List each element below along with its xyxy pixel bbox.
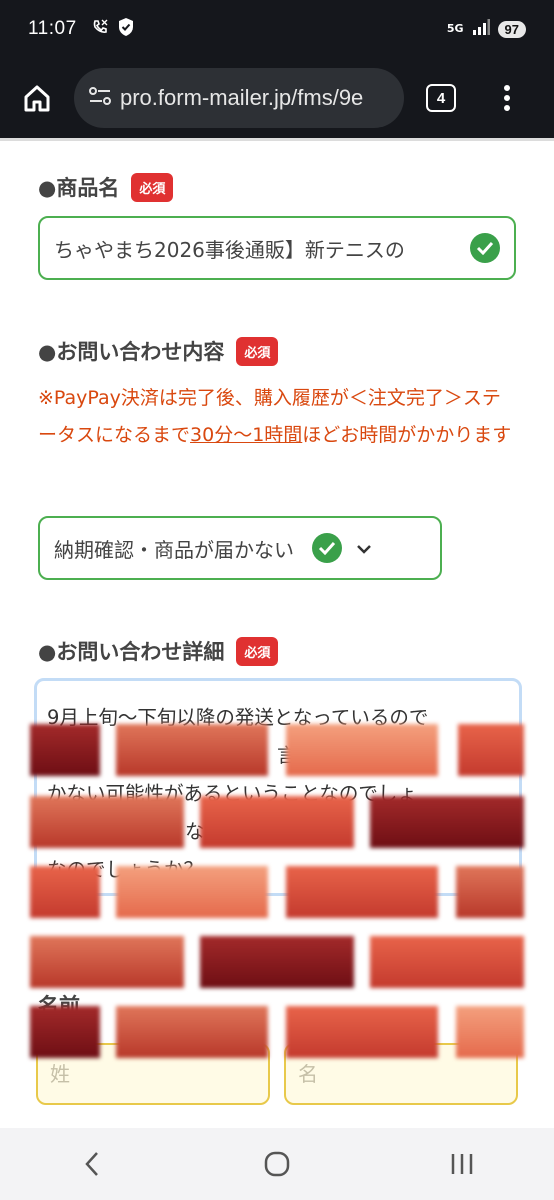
signal-icon bbox=[472, 19, 490, 39]
required-badge: 必須 bbox=[236, 636, 279, 666]
details-line: 言 bbox=[277, 744, 297, 767]
status-bar: 11:07 5G 97 bbox=[0, 0, 554, 58]
details-textarea[interactable]: 9月上旬〜下旬以降の発送となっているので 言 かない可能性があるということなので… bbox=[34, 678, 522, 896]
recents-icon bbox=[451, 1154, 472, 1174]
redaction-overlay bbox=[0, 138, 554, 1128]
home-icon bbox=[24, 85, 50, 112]
details-line: 9月上旬〜下旬以降の発送となっているので bbox=[47, 706, 429, 729]
home-nav-button[interactable] bbox=[247, 1134, 307, 1194]
address-bar[interactable]: pro.form-mailer.jp/fms/9e bbox=[74, 68, 404, 128]
form-content: ●商品名 必須 ちゃやまち2026事後通販】新テニスの ●お問い合わせ内容 必須… bbox=[0, 138, 554, 1128]
details-line: な bbox=[185, 820, 205, 843]
home-button[interactable] bbox=[0, 58, 74, 138]
site-settings-icon[interactable] bbox=[88, 86, 112, 110]
battery-level: 97 bbox=[497, 20, 526, 38]
required-badge: 必須 bbox=[131, 172, 174, 202]
recents-button[interactable] bbox=[432, 1134, 492, 1194]
notice-underline: 30分〜1時間 bbox=[190, 424, 303, 446]
check-icon bbox=[470, 233, 500, 263]
more-menu-button[interactable] bbox=[504, 85, 510, 111]
status-time: 11:07 bbox=[28, 18, 77, 39]
last-name-input[interactable] bbox=[50, 1062, 268, 1086]
call-icon bbox=[91, 18, 109, 40]
back-icon bbox=[85, 1152, 99, 1176]
details-line: かない可能性があるということなのでしょ bbox=[47, 782, 417, 805]
product-label-row: ●商品名 必須 bbox=[38, 172, 174, 202]
details-line: なのでしょうか？ bbox=[47, 858, 204, 881]
redaction-block bbox=[200, 936, 354, 988]
redaction-block bbox=[370, 936, 524, 988]
network-type: 5G bbox=[446, 22, 464, 35]
inquiry-type-value: 納期確認・商品が届かない bbox=[54, 537, 294, 562]
inquiry-type-select[interactable]: 納期確認・商品が届かない bbox=[38, 516, 442, 580]
system-nav-bar bbox=[0, 1128, 554, 1200]
product-label: ●商品名 bbox=[38, 176, 120, 200]
browser-toolbar: pro.form-mailer.jp/fms/9e 4 bbox=[0, 58, 554, 138]
name-label: 名前 bbox=[38, 994, 80, 1018]
check-icon bbox=[312, 533, 342, 563]
product-name-field[interactable]: ちゃやまち2026事後通販】新テニスの bbox=[38, 216, 516, 280]
url-text: pro.form-mailer.jp/fms/9e bbox=[120, 85, 364, 110]
product-name-value: ちゃやまち2026事後通販】新テニスの bbox=[54, 237, 405, 262]
details-label-row: ●お問い合わせ詳細 必須 bbox=[38, 636, 279, 666]
inquiry-label: ●お問い合わせ内容 bbox=[38, 340, 225, 364]
home-circle-icon bbox=[264, 1151, 290, 1177]
chevron-down-icon bbox=[356, 539, 372, 558]
shield-icon bbox=[117, 17, 135, 41]
tab-switcher-button[interactable]: 4 bbox=[426, 84, 456, 112]
back-button[interactable] bbox=[62, 1134, 122, 1194]
redaction-block bbox=[30, 936, 184, 988]
first-name-input[interactable] bbox=[298, 1062, 516, 1086]
paypay-notice: ※PayPay決済は完了後、購入履歴が＜注文完了＞ステータスになるまで30分〜1… bbox=[38, 387, 512, 446]
required-badge: 必須 bbox=[236, 336, 279, 366]
last-name-field[interactable] bbox=[36, 1043, 270, 1105]
first-name-field[interactable] bbox=[284, 1043, 518, 1105]
inquiry-label-row: ●お問い合わせ内容 必須 bbox=[38, 336, 279, 366]
details-label: ●お問い合わせ詳細 bbox=[38, 640, 225, 664]
